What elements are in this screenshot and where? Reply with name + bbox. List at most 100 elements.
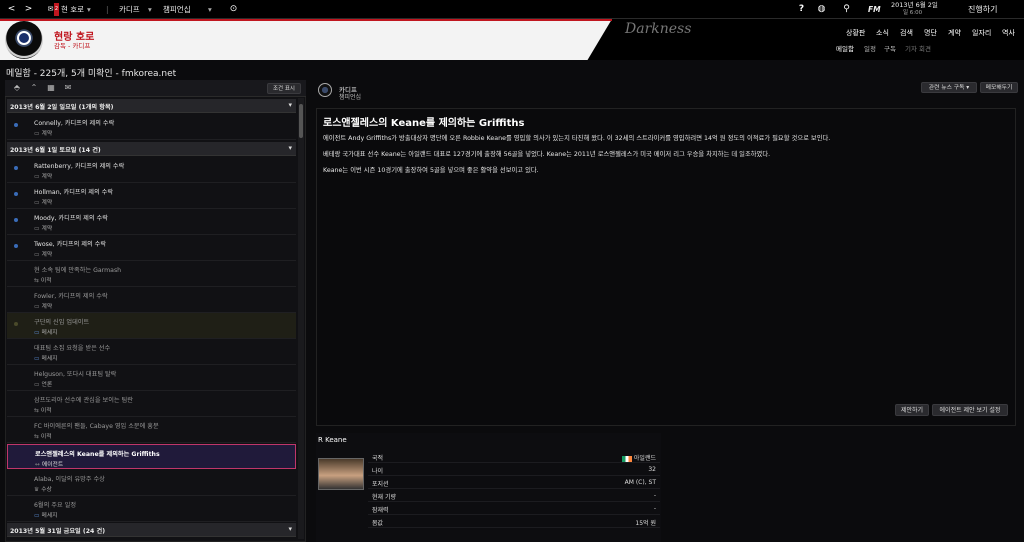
manager-menu[interactable]: 현 호로 <box>61 3 84 16</box>
player-row-potential: 잠재력 - <box>368 503 660 515</box>
list-item-category: ▭ 계약 <box>34 304 53 310</box>
chevron-down-icon[interactable]: ▾ <box>288 101 292 109</box>
inbox-icon[interactable]: ✉ 2 <box>44 3 59 16</box>
nav-news[interactable]: 소식 <box>876 28 889 38</box>
search-icon[interactable]: ⚲ <box>840 3 853 16</box>
list-item-title: Rattenberry, 카디프의 제의 수락 <box>34 163 125 170</box>
player-name[interactable]: R Keane <box>318 436 347 444</box>
nav-history[interactable]: 역사 <box>1002 28 1015 38</box>
list-item[interactable]: Connelly, 카디프의 제의 수락 ▭ 계약 <box>7 114 296 140</box>
list-item[interactable]: Moody, 카디프의 제의 수락 ▭ 계약 <box>7 209 296 235</box>
list-item-category: ▭ 계약 <box>34 200 53 206</box>
nav-club-chevron-icon[interactable]: ▾ <box>148 3 152 16</box>
award-icon: ♛ <box>34 487 40 493</box>
list-item[interactable]: Twose, 카디프의 제의 수락 ▭ 계약 <box>7 235 296 261</box>
nav-club-menu[interactable]: 카디프 <box>119 3 140 16</box>
globe-icon[interactable]: ◍ <box>815 3 828 16</box>
list-item[interactable]: FC 바이에른의 팬들, Cabaye 영입 소문에 흥분 ⇆ 이적 <box>7 417 296 443</box>
nav-league-menu[interactable]: 챔피언십 <box>163 3 191 16</box>
list-item[interactable]: 대표팀 소집 요청을 받은 선수 ▭ 메세지 <box>7 339 296 365</box>
list-item[interactable]: Fowler, 카디프의 제의 수락 ▭ 계약 <box>7 287 296 313</box>
mark-read-icon[interactable]: ✉ <box>62 82 74 94</box>
unread-dot-icon <box>14 123 18 127</box>
list-item-category: ♛ 수상 <box>34 487 52 493</box>
nav-contracts[interactable]: 계약 <box>948 28 961 38</box>
club-crest-small-icon[interactable] <box>318 83 332 97</box>
club-crest-center <box>17 31 31 45</box>
make-offer-button[interactable]: 제안하기 <box>895 404 929 416</box>
message-paragraph: 베테랑 국가대표 선수 Keane는 아일랜드 대표로 127경기에 출장해 5… <box>323 151 771 158</box>
tab-press-conference[interactable]: 기자 회견 <box>905 43 931 53</box>
nav-dashboard[interactable]: 상황판 <box>846 28 865 38</box>
transfer-icon: ⇆ <box>34 278 39 284</box>
nav-search[interactable]: 검색 <box>900 28 913 38</box>
collapse-icon[interactable]: ⬘ <box>11 82 23 94</box>
list-item[interactable]: 삼프도리아 선수에 관심을 보이는 팀란 ⇆ 이적 <box>7 391 296 417</box>
related-news-button[interactable]: 관련 뉴스 구독 ▾ <box>921 82 977 93</box>
nav-squad[interactable]: 명단 <box>924 28 937 38</box>
ireland-flag-icon <box>621 455 632 462</box>
list-item[interactable]: Helguson, 또다시 대표팀 탈락 ▭ 언론 <box>7 365 296 391</box>
message-competition[interactable]: 챔피언십 <box>339 92 361 101</box>
date-group-header[interactable]: 2013년 5월 31일 금요일 (24 건) ▾ <box>7 523 296 537</box>
list-item-title: 삼프도리아 선수에 관심을 보이는 팀란 <box>34 397 133 404</box>
date-group-header[interactable]: 2013년 6월 1일 토요일 (14 건) ▾ <box>7 142 296 156</box>
nav-league-chevron-icon[interactable]: ▾ <box>208 3 212 16</box>
list-item-title: Fowler, 카디프의 제의 수락 <box>34 293 108 300</box>
tab-inbox[interactable]: 메일함 <box>836 43 854 53</box>
manager-menu-chevron-icon[interactable]: ▾ <box>87 3 91 16</box>
list-item-title: Connelly, 카디프의 제의 수락 <box>34 120 115 127</box>
message-paragraph: Keane는 이번 시즌 10경기에 출장하여 5골을 넣으며 좋은 활약을 선… <box>323 167 539 174</box>
unread-dot-icon <box>14 192 18 196</box>
divider: | <box>106 5 109 14</box>
date-group-title: 2013년 6월 1일 토요일 (14 건) <box>10 147 101 154</box>
back-arrow-icon[interactable]: < <box>5 3 18 16</box>
contract-icon: ▭ <box>34 226 40 232</box>
memo-button[interactable]: 메모해두기 <box>980 82 1018 93</box>
current-time: 일 6:00 <box>903 10 923 16</box>
chevron-down-icon[interactable]: ▾ <box>288 525 292 533</box>
player-photo[interactable] <box>318 458 364 490</box>
transfer-icon: ⇆ <box>34 434 39 440</box>
list-scrollbar-thumb[interactable] <box>299 104 303 138</box>
agent-offer-settings-button[interactable]: 에이전트 제안 보기 설정 <box>932 404 1008 416</box>
date-group-title: 2013년 6월 2일 일요일 (1개의 항목) <box>10 104 114 111</box>
top-bar: < > ✉ 2 현 호로 ▾ | 카디프 ▾ 챔피언십 ▾ ⊙ ? ◍ ⚲ FM … <box>0 0 1024 19</box>
select-all-icon[interactable]: ▦ <box>45 82 57 94</box>
agent-icon: ↔ <box>35 462 40 468</box>
unread-dot-icon <box>14 218 18 222</box>
unread-dot-icon <box>14 244 18 248</box>
list-item[interactable]: Rattenberry, 카디프의 제의 수락 ▭ 계약 <box>7 157 296 183</box>
game-menu-icon[interactable]: ⊙ <box>227 3 240 16</box>
show-filters-button[interactable]: 조건 표시 <box>267 83 301 94</box>
list-item[interactable]: 6월의 주요 일정 ▭ 메세지 <box>7 496 296 522</box>
date-group-header[interactable]: 2013년 6월 2일 일요일 (1개의 항목) ▾ <box>7 99 296 113</box>
forward-arrow-icon[interactable]: > <box>22 3 35 16</box>
nav-jobs[interactable]: 일자리 <box>972 28 991 38</box>
read-dot-icon <box>14 322 18 326</box>
tab-subscriptions[interactable]: 구독 <box>884 43 896 53</box>
list-item-category: ▭ 계약 <box>34 252 53 258</box>
list-item-category: ▭ 메세지 <box>34 330 58 336</box>
list-item-title: Twose, 카디프의 제의 수락 <box>34 241 107 248</box>
list-item[interactable]: Alaba, 이달의 유망주 수상 ♛ 수상 <box>7 470 296 496</box>
list-item[interactable]: 구단의 신임 업데이트 ▭ 메세지 <box>7 313 296 339</box>
fm-menu[interactable]: FM <box>868 3 881 16</box>
player-row-age: 나이 32 <box>368 464 660 476</box>
list-item-category: ▭ 계약 <box>34 226 53 232</box>
continue-button[interactable]: 진행하기 <box>968 3 997 16</box>
player-row-value: 몸값 15억 원 <box>368 516 660 528</box>
tab-schedule[interactable]: 일정 <box>864 43 876 53</box>
list-scrollbar[interactable] <box>298 98 304 539</box>
list-item-title: 대표팀 소집 요청을 받은 선수 <box>34 345 111 352</box>
expand-icon[interactable]: ⌃ <box>28 82 40 94</box>
message-paragraph: 에이전트 Andy Griffiths가 방출대상자 명단에 오른 Robbie… <box>323 135 831 142</box>
list-item-title: Moody, 카디프의 제의 수락 <box>34 215 108 222</box>
inbox-badge: 2 <box>53 3 59 16</box>
list-item[interactable]: Hollman, 카디프의 제의 수락 ▭ 계약 <box>7 183 296 209</box>
list-item[interactable]: 현 소속 팀에 만족하는 Garmash ⇆ 이적 <box>7 261 296 287</box>
list-item-title: FC 바이에른의 팬들, Cabaye 영입 소문에 흥분 <box>34 423 159 430</box>
help-icon[interactable]: ? <box>795 3 808 16</box>
list-item-selected[interactable]: 로스앤젤레스의 Keane를 제의하는 Griffiths ↔ 에이전트 <box>7 444 296 469</box>
chevron-down-icon[interactable]: ▾ <box>288 144 292 152</box>
